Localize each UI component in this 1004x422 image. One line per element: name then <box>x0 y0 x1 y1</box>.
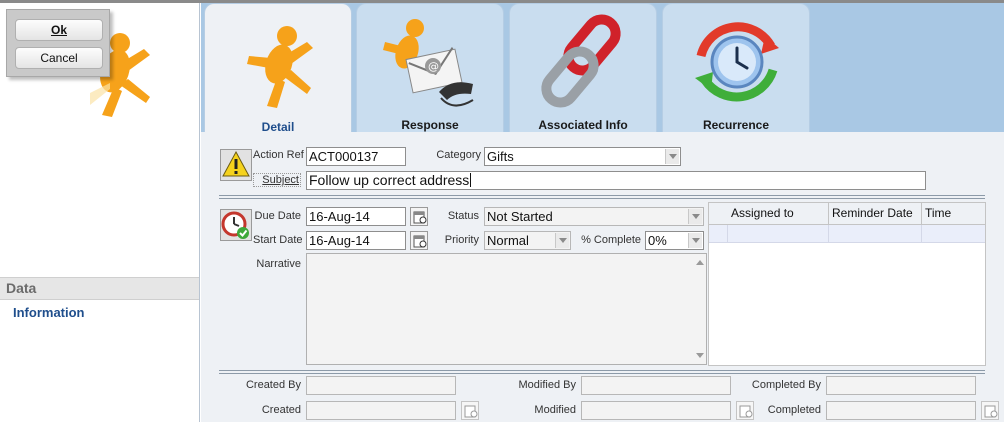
recurrence-clock-icon <box>695 22 779 102</box>
chevron-down-icon[interactable] <box>688 209 702 224</box>
completed-date-button <box>981 401 999 420</box>
status-select[interactable]: Not Started <box>484 207 704 226</box>
row-selector[interactable] <box>709 225 728 242</box>
envelope-phone-icon: @ <box>383 19 474 107</box>
calendar-icon <box>413 235 427 248</box>
text-cursor <box>470 173 472 187</box>
percent-complete-value: 0% <box>648 233 667 248</box>
category-select[interactable]: Gifts <box>484 147 681 166</box>
created-date-button <box>461 401 479 420</box>
tab-associated-info-label: Associated Info <box>538 118 628 132</box>
subject-label: Subject <box>253 173 301 187</box>
table-row[interactable] <box>709 225 985 243</box>
ok-button[interactable]: Ok <box>15 19 103 41</box>
subject-field[interactable]: Follow up correct address <box>306 171 926 190</box>
runner-icon <box>247 26 313 108</box>
start-date-label: Start Date <box>253 234 303 246</box>
due-date-label: Due Date <box>254 210 301 222</box>
created-label: Created <box>261 404 301 416</box>
assignments-grid[interactable]: Assigned to Reminder Date Time <box>708 202 986 366</box>
narrative-scrollbar[interactable] <box>694 254 706 364</box>
tab-recurrence[interactable]: Recurrence <box>662 3 810 132</box>
due-date-picker-button[interactable] <box>410 207 428 226</box>
percent-complete-select[interactable]: 0% <box>645 231 704 250</box>
column-time[interactable]: Time <box>922 203 986 224</box>
cancel-button[interactable]: Cancel <box>15 47 103 69</box>
tab-response-label: Response <box>401 118 459 132</box>
percent-complete-label: % Complete <box>581 234 641 246</box>
chevron-down-icon[interactable] <box>688 233 702 248</box>
narrative-textarea[interactable] <box>306 253 707 365</box>
status-label: Status <box>447 210 479 222</box>
category-value: Gifts <box>487 149 514 164</box>
action-ref-label: Action Ref <box>253 149 304 161</box>
start-date-picker-button[interactable] <box>410 231 428 250</box>
subject-value: Follow up correct address <box>309 172 470 188</box>
modified-field <box>581 401 731 420</box>
chevron-down-icon[interactable] <box>555 233 569 248</box>
action-ref-field[interactable]: ACT000137 <box>306 147 406 166</box>
modified-by-label: Modified By <box>518 379 576 391</box>
status-value: Not Started <box>487 209 553 224</box>
completed-by-field <box>826 376 976 395</box>
scroll-up-icon[interactable] <box>696 260 704 265</box>
grid-header: Assigned to Reminder Date Time <box>709 203 985 225</box>
column-reminder-date[interactable]: Reminder Date <box>829 203 922 224</box>
narrative-label: Narrative <box>256 258 301 270</box>
left-pane: Ok Cancel Data Information <box>0 3 200 422</box>
calendar-icon <box>464 405 478 418</box>
cell-reminder-date[interactable] <box>829 225 922 242</box>
completed-by-label: Completed By <box>751 379 821 391</box>
clock-check-icon <box>220 209 252 241</box>
chevron-down-icon[interactable] <box>665 149 679 164</box>
modified-label: Modified <box>534 404 576 416</box>
created-field <box>306 401 456 420</box>
data-section-header: Data <box>0 277 199 300</box>
priority-label: Priority <box>444 234 479 246</box>
calendar-icon <box>984 405 998 418</box>
cell-assigned-to[interactable] <box>728 225 829 242</box>
tab-recurrence-label: Recurrence <box>702 118 770 132</box>
tab-detail[interactable]: Detail <box>204 3 352 134</box>
modified-by-field <box>581 376 731 395</box>
priority-select[interactable]: Normal <box>484 231 571 250</box>
start-date-field[interactable]: 16-Aug-14 <box>306 231 406 250</box>
detail-form: Action Ref ACT000137 Category Gifts Subj… <box>201 132 1004 422</box>
divider <box>219 370 985 374</box>
completed-field <box>826 401 976 420</box>
cell-time[interactable] <box>922 225 986 242</box>
column-assigned-to[interactable]: Assigned to <box>728 203 829 224</box>
main-panel: Detail @ Response Associated Info Recurr… <box>201 3 1004 422</box>
sidebar-item-information[interactable]: Information <box>13 305 85 320</box>
svg-text:@: @ <box>428 60 439 73</box>
created-by-field <box>306 376 456 395</box>
divider <box>219 195 985 199</box>
created-by-label: Created By <box>245 379 301 391</box>
scroll-down-icon[interactable] <box>696 353 704 358</box>
ok-cancel-panel: Ok Cancel <box>6 9 110 77</box>
tab-response[interactable]: @ Response <box>356 3 504 132</box>
calendar-icon <box>413 211 427 224</box>
category-label: Category <box>436 149 481 161</box>
chain-link-icon <box>541 14 621 108</box>
completed-label: Completed <box>767 404 821 416</box>
due-date-field[interactable]: 16-Aug-14 <box>306 207 406 226</box>
priority-value: Normal <box>487 233 529 248</box>
warning-icon <box>220 149 252 181</box>
tab-associated-info[interactable]: Associated Info <box>509 3 657 132</box>
